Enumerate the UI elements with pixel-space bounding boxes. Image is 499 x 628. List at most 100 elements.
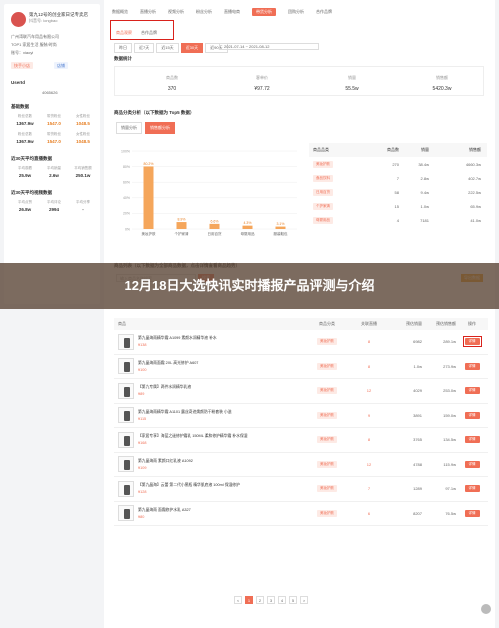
sales-value: 4029	[413, 388, 422, 394]
live-count[interactable]: 12	[350, 388, 388, 393]
sales-value: 6982	[413, 339, 422, 345]
live-count[interactable]: 8	[350, 364, 388, 369]
product-thumbnail[interactable]	[118, 407, 134, 424]
x-tick-label: 母婴用品	[241, 231, 255, 236]
main-panel: 数据概览 直播分析 视频分析 粉丝分析 直播电商 带货分析 团购分析 合作品牌 商品观察 合作…	[104, 0, 495, 628]
date-range-picker[interactable]: 2021-07-14 ~ 2021-08-12	[219, 43, 319, 50]
product-thumbnail[interactable]	[118, 333, 134, 350]
top-nav: 数据概览 直播分析 视频分析 粉丝分析 直播电商 带货分析 团购分析 合作品牌	[104, 6, 495, 18]
product-thumbnail[interactable]	[118, 358, 134, 375]
table-cell: 2.8w	[420, 175, 429, 181]
nav-tab[interactable]: 数据概览	[112, 9, 128, 15]
detail-button[interactable]: 详情	[464, 387, 480, 395]
nav-tab[interactable]: 带货分析	[252, 8, 276, 16]
page-button[interactable]: 5	[289, 596, 297, 604]
live-count[interactable]: 8	[350, 339, 388, 344]
product-price: ¥168	[138, 441, 147, 446]
table-row: 第九晶海雨 素颜口红乳液 A1092 ¥109 美妆护肤 12 4788 115.9w 详情	[114, 453, 488, 477]
product-title[interactable]: 第九晶海雨精华霜 A1099 素颜水润精华液 补水	[138, 336, 217, 341]
product-title[interactable]: 第九晶海雨 素颜口红乳液 A1092	[138, 459, 193, 464]
y-tick-label: 20%	[123, 212, 130, 216]
y-tick-label: 40%	[123, 196, 130, 200]
amount-value: 134.5w	[443, 437, 456, 443]
live-count[interactable]: 8	[350, 437, 388, 442]
table-row: 第九晶海雨 面霜修护水乳 A327 ¥80 美妆护肤 6 8207 76.5w 详情	[114, 502, 488, 526]
detail-button[interactable]: 详情	[464, 411, 480, 419]
product-title[interactable]: 【第九专属】两件水润精华乳液	[138, 385, 191, 390]
date-filter-button[interactable]: 近15天	[156, 43, 179, 53]
live-count[interactable]: 9	[350, 413, 388, 418]
stat-label: 带货粉丝	[47, 114, 61, 118]
page-button[interactable]: 1	[245, 596, 253, 604]
date-filter-button[interactable]: 近7天	[134, 43, 155, 53]
live-count[interactable]: 12	[350, 462, 388, 467]
detail-button[interactable]: 详情	[464, 362, 480, 370]
nav-tab[interactable]: 粉丝分析	[196, 9, 212, 15]
nav-tab[interactable]: 直播电商	[224, 9, 240, 15]
overview-box: 商品数 370 客单价 ¥97.72 销量 55.5w 销售额 5420.3w	[114, 66, 484, 96]
detail-button[interactable]: 详情	[464, 436, 480, 444]
bar[interactable]	[176, 222, 187, 229]
stat-label: 女性粉丝	[76, 132, 90, 136]
tab-brand-coop[interactable]: 合作品牌	[141, 30, 157, 36]
detail-button[interactable]: 详情	[464, 485, 480, 493]
product-title[interactable]: 第九晶海雨 面霜修护水乳 A327	[138, 508, 191, 513]
store-button[interactable]: 店铺	[54, 62, 68, 69]
detail-button[interactable]: 详情	[464, 460, 480, 468]
live-count[interactable]: 7	[350, 486, 388, 491]
product-title[interactable]: 【第九晶海】云蕾 第二代小黑瓶 精华肌底液 100ml 保湿修护	[138, 483, 240, 488]
category-tag: 美妆护肤	[317, 436, 337, 444]
page-button[interactable]: 2	[256, 596, 264, 604]
product-title[interactable]: 第九晶海雨精华霜 A1101 露丝奇迹焕颜防干粉套装 小滋	[138, 410, 232, 415]
category-bar-chart: 100% 80% 60% 40% 20% 0% 80.2% 美妆护肤 8.9% 个护家清 6.6% 日…	[121, 149, 297, 236]
nav-tab[interactable]: 直播分析	[140, 9, 156, 15]
page-button[interactable]: 3	[267, 596, 275, 604]
nav-tab[interactable]: 视频分析	[168, 9, 184, 15]
page-button[interactable]: 4	[278, 596, 286, 604]
date-filter-group: 昨日 近7天 近15天 近30天 近90天	[114, 43, 228, 53]
product-thumbnail[interactable]	[118, 456, 134, 473]
category-tag: 日用百货	[313, 188, 333, 196]
data-label: 80.2%	[144, 162, 154, 166]
tab-sales-amount[interactable]: 销售额分析	[145, 122, 175, 134]
scroll-top-button[interactable]	[481, 604, 491, 614]
x-tick-label: 日用百货	[208, 231, 222, 236]
nav-tab[interactable]: 合作品牌	[316, 9, 332, 15]
product-title[interactable]: 【家居专享】海蓝之谜修护霜乳 150ML 柔和修护精华霜 补水保湿	[138, 434, 248, 439]
stat-value: 2.6w	[49, 173, 59, 178]
tab-product-observe[interactable]: 商品观察	[116, 30, 132, 36]
category-tag: 美妆护肤	[317, 338, 337, 346]
detail-button[interactable]: 详情	[464, 509, 480, 517]
product-thumbnail[interactable]	[118, 382, 134, 399]
date-filter-button[interactable]: 近30天	[180, 43, 204, 53]
nav-tab[interactable]: 团购分析	[288, 9, 304, 15]
shop-button[interactable]: 快手小店	[11, 62, 33, 69]
bar[interactable]	[242, 225, 253, 229]
stat-value: 25.9w	[18, 173, 32, 178]
table-cell: 1.0w	[420, 203, 429, 209]
page-button[interactable]: <	[234, 596, 242, 604]
overview-value: 5420.3w	[432, 86, 452, 92]
table-row: 母婴用品 4 7181 41.0w	[309, 213, 487, 227]
stat-label: 带货粉丝	[47, 132, 61, 136]
bar[interactable]	[275, 226, 286, 229]
live-count[interactable]: 6	[350, 511, 388, 516]
product-thumbnail[interactable]	[118, 505, 134, 522]
profile-sidebar: 第九12号的创业家日记专卖店 抖音号: longbao 广州湾联汽车用品有限公司…	[4, 4, 100, 304]
page-button[interactable]: >	[300, 596, 308, 604]
company-line: 广州湾联汽车用品有限公司	[11, 34, 59, 39]
tab-sales-volume[interactable]: 销量分析	[116, 122, 142, 134]
bar[interactable]	[143, 166, 154, 229]
product-title[interactable]: 第九晶海雨面霜 2XL 高光修护 A607	[138, 361, 198, 366]
product-thumbnail[interactable]	[118, 431, 134, 448]
stat-label: 平均销售额	[74, 166, 92, 170]
table-cell: 65.9w	[470, 203, 481, 209]
table-cell: 7181	[420, 217, 429, 223]
table-row: 日用百货 58 9.4w 222.5w	[309, 185, 487, 199]
product-thumbnail[interactable]	[118, 480, 134, 497]
bar[interactable]	[209, 223, 220, 229]
table-row: 【家居专享】海蓝之谜修护霜乳 150ML 柔和修护精华霜 补水保湿 ¥168 美妆护…	[114, 428, 488, 453]
detail-button[interactable]: 详情	[464, 338, 480, 346]
category-tabs: 销量分析 销售额分析	[116, 122, 175, 134]
date-filter-button[interactable]: 昨日	[114, 43, 132, 53]
